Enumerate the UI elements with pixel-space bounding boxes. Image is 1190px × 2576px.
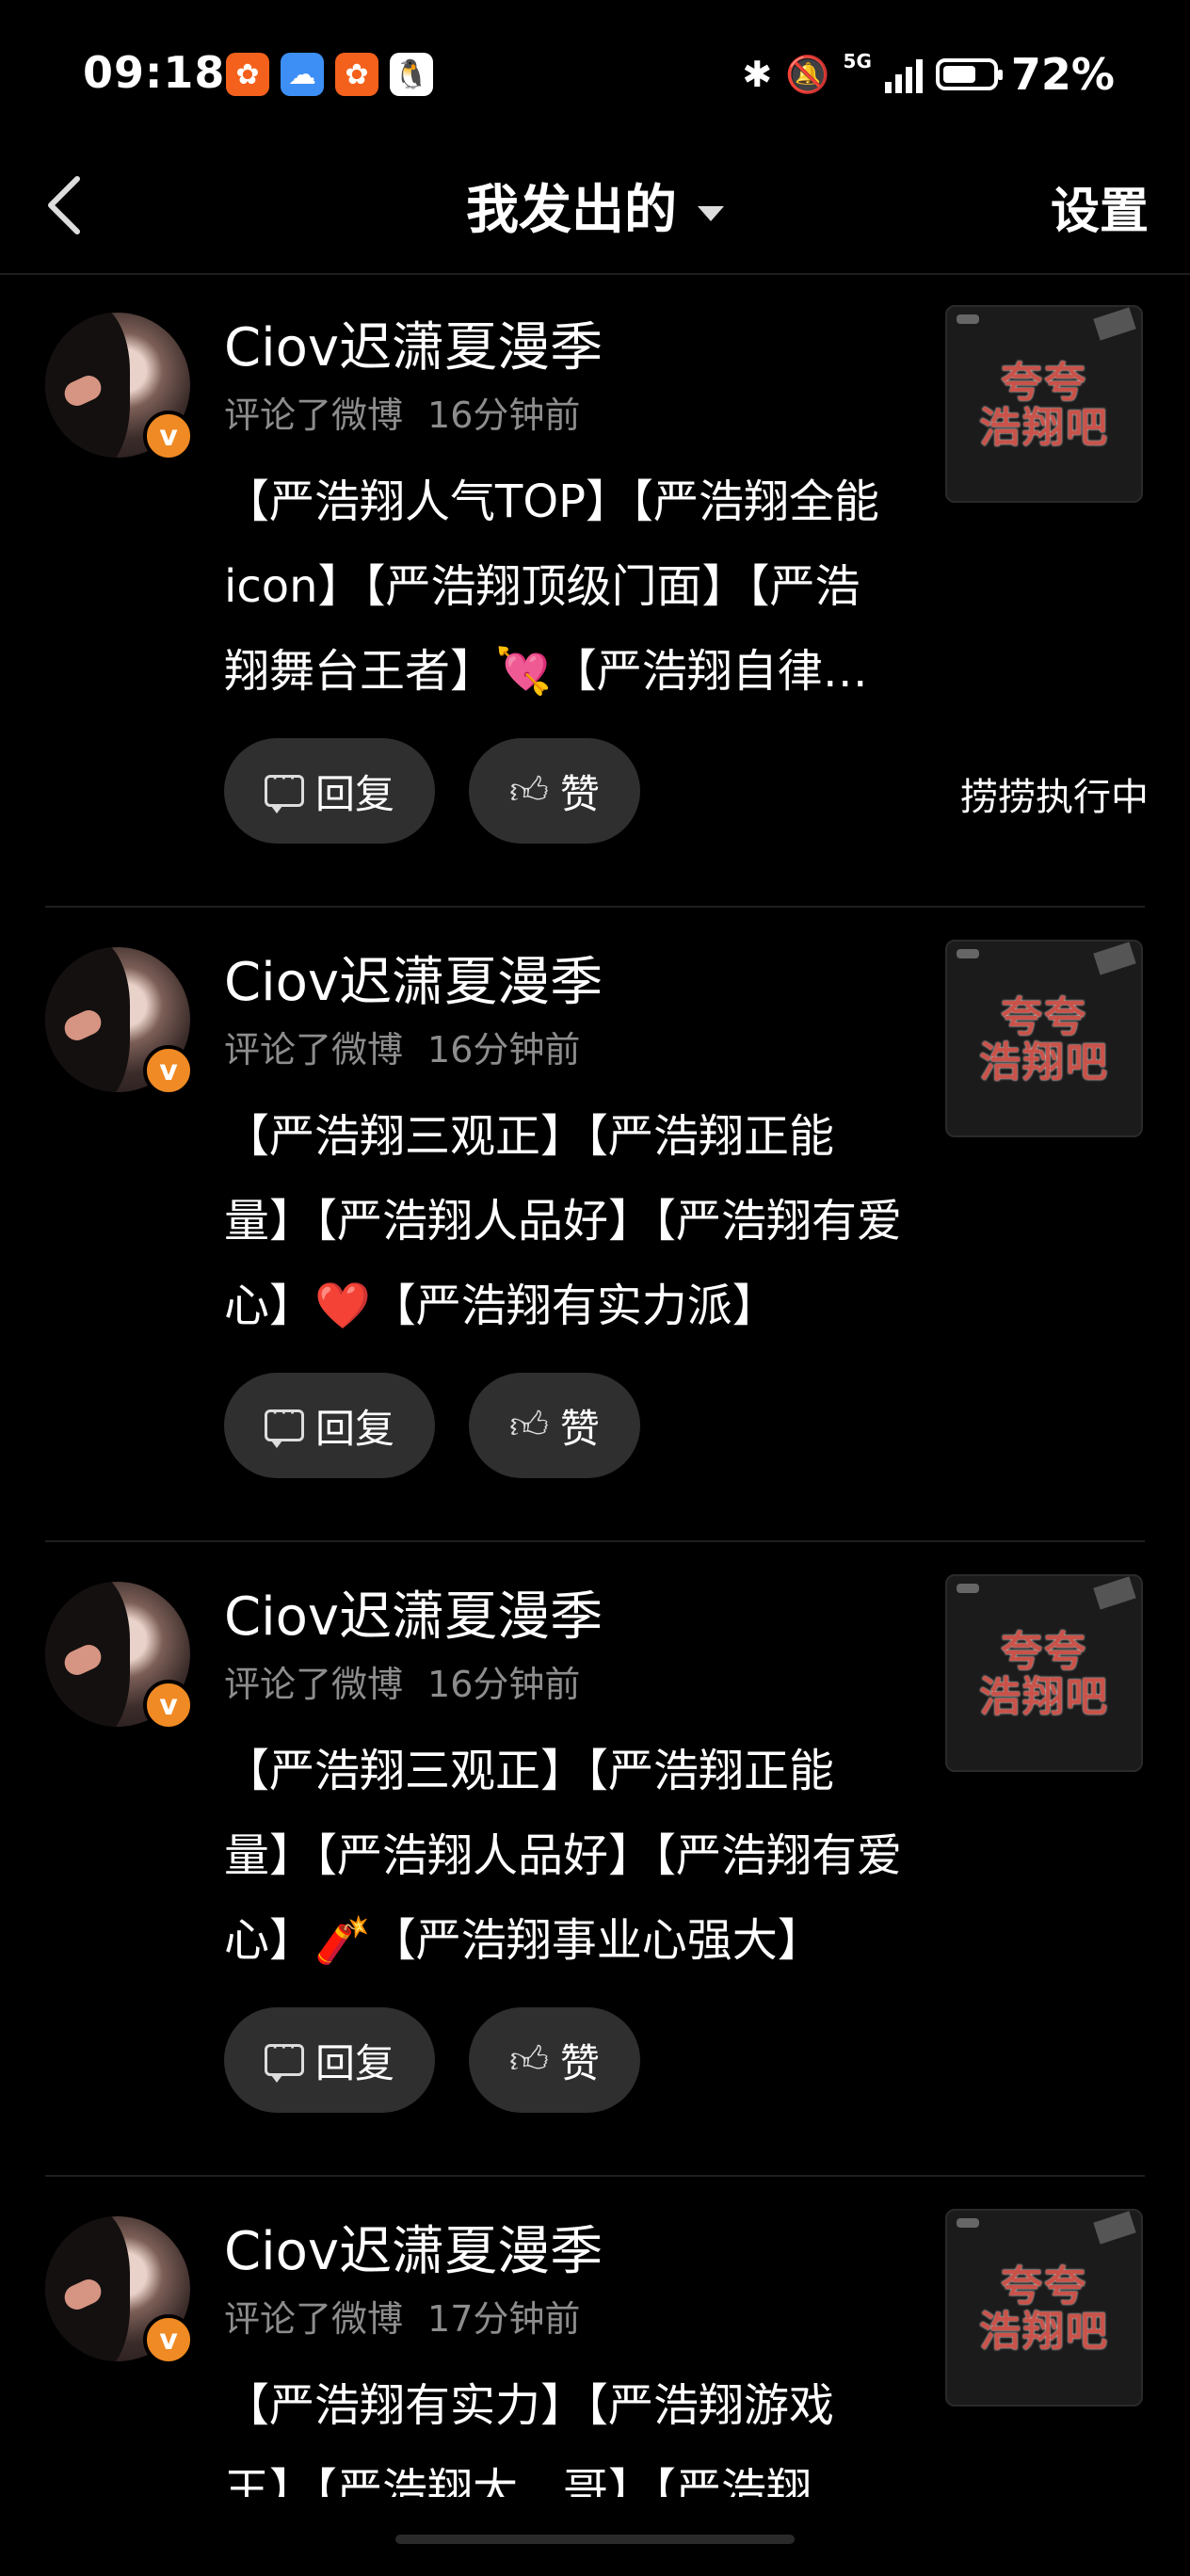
action-text: 评论了微博 — [224, 2298, 404, 2340]
like-button[interactable]: 👍︎ 赞 — [469, 1373, 640, 1478]
comment-item[interactable]: v Ciov迟潇夏漫季 评论了微博 16分钟前 【严浩翔人气TOP】【严浩翔全能i… — [0, 273, 1190, 908]
bluetooth-icon: ✱ — [742, 54, 773, 95]
timestamp: 16分钟前 — [427, 394, 581, 436]
action-text: 评论了微博 — [224, 394, 404, 436]
verified-badge-icon: v — [143, 1045, 194, 1096]
username[interactable]: Ciov迟潇夏漫季 — [224, 305, 603, 381]
reply-button[interactable]: 回复 — [224, 1373, 435, 1478]
home-indicator[interactable] — [395, 2535, 795, 2544]
verified-badge-icon: v — [143, 411, 194, 461]
username[interactable]: Ciov迟潇夏漫季 — [224, 2209, 603, 2285]
network-type-label: 5G — [843, 50, 872, 72]
nav-bar: 我发出的 设置 — [0, 141, 1190, 275]
comment-icon — [264, 1399, 304, 1448]
verified-badge-icon: v — [143, 1680, 194, 1731]
reply-label: 回复 — [314, 2039, 394, 2086]
comment-text[interactable]: 【严浩翔三观正】【严浩翔正能量】【严浩翔人品好】【严浩翔有爱心】❤️【严浩翔有实… — [224, 1094, 902, 1348]
side-status-text: 捞捞执行中 — [960, 776, 1149, 819]
orange-app-icon: ✿ — [226, 53, 269, 96]
post-thumbnail[interactable]: 夸夸 浩翔吧 — [945, 940, 1143, 1137]
weather-app-icon: ☁ — [281, 53, 324, 96]
action-text: 评论了微博 — [224, 1664, 404, 1705]
post-thumbnail[interactable]: 夸夸 浩翔吧 — [945, 1574, 1143, 1772]
comment-item[interactable]: v Ciov迟潇夏漫季 评论了微博 16分钟前 【严浩翔三观正】【严浩翔正能量】【… — [0, 908, 1190, 1542]
comment-text[interactable]: 【严浩翔人气TOP】【严浩翔全能icon】【严浩翔顶级门面】【严浩翔舞台王者】💘… — [224, 459, 902, 714]
comment-text[interactable]: 【严浩翔有实力】【严浩翔游戏王】【严浩翔大…哥】【严浩翔 — [224, 2363, 902, 2497]
page-title: 我发出的 — [466, 180, 677, 241]
like-label: 赞 — [559, 1405, 600, 1452]
comment-icon — [264, 765, 304, 813]
thumbs-up-icon: 👍︎ — [509, 1404, 549, 1447]
action-text: 评论了微博 — [224, 1029, 404, 1071]
verified-badge-icon: v — [143, 2314, 194, 2365]
battery-percent: 72% — [1010, 49, 1115, 100]
status-indicators: ✱ 🔕 5G 72% — [742, 49, 1115, 100]
post-thumbnail[interactable]: 夸夸 浩翔吧 — [945, 305, 1143, 503]
reply-button[interactable]: 回复 — [224, 2007, 435, 2113]
comment-text[interactable]: 【严浩翔三观正】【严浩翔正能量】【严浩翔人品好】【严浩翔有爱心】🧨【严浩翔事业心… — [224, 1729, 902, 1983]
like-button[interactable]: 👍︎ 赞 — [469, 2007, 640, 2113]
thumb-title-2: 浩翔吧 — [979, 1673, 1109, 1721]
signal-icon — [884, 56, 923, 93]
like-label: 赞 — [559, 2039, 600, 2086]
battery-icon — [935, 58, 1003, 90]
comment-icon — [264, 2034, 304, 2083]
like-label: 赞 — [559, 770, 600, 817]
username[interactable]: Ciov迟潇夏漫季 — [224, 1574, 603, 1650]
caret-down-icon — [698, 205, 724, 221]
thumbs-up-icon: 👍︎ — [509, 2038, 549, 2082]
notification-app-icons: ✿ ☁ ✿ 🐧 — [226, 53, 433, 96]
thumb-title-2: 浩翔吧 — [979, 404, 1109, 452]
reply-label: 回复 — [314, 1405, 394, 1452]
item-meta: 评论了微博 16分钟前 — [224, 386, 580, 438]
orange-app-icon: ✿ — [335, 53, 378, 96]
page-title-dropdown[interactable]: 我发出的 — [0, 168, 1190, 244]
qq-icon: 🐧 — [390, 53, 433, 96]
status-bar: 09:18 ✿ ☁ ✿ 🐧 ✱ 🔕 5G 72% — [0, 0, 1190, 141]
thumb-title-2: 浩翔吧 — [979, 1038, 1109, 1087]
mute-bell-icon: 🔕 — [785, 53, 830, 95]
timestamp: 16分钟前 — [427, 1664, 581, 1705]
item-meta: 评论了微博 17分钟前 — [224, 2290, 580, 2342]
comment-item[interactable]: v Ciov迟潇夏漫季 评论了微博 17分钟前 【严浩翔有实力】【严浩翔游戏王】【… — [0, 2177, 1190, 2497]
username[interactable]: Ciov迟潇夏漫季 — [224, 940, 603, 1016]
status-time: 09:18 — [83, 47, 226, 98]
thumbs-up-icon: 👍︎ — [509, 769, 549, 813]
settings-button[interactable]: 设置 — [1051, 171, 1149, 242]
reply-label: 回复 — [314, 770, 394, 817]
post-thumbnail[interactable]: 夸夸 浩翔吧 — [945, 2209, 1143, 2407]
comment-item[interactable]: v Ciov迟潇夏漫季 评论了微博 16分钟前 【严浩翔三观正】【严浩翔正能量】【… — [0, 1542, 1190, 2177]
item-meta: 评论了微博 16分钟前 — [224, 1655, 580, 1707]
timestamp: 16分钟前 — [427, 1029, 581, 1071]
timestamp: 17分钟前 — [427, 2298, 581, 2340]
thumb-title-2: 浩翔吧 — [979, 2308, 1109, 2356]
like-button[interactable]: 👍︎ 赞 — [469, 738, 640, 844]
item-meta: 评论了微博 16分钟前 — [224, 1021, 580, 1072]
reply-button[interactable]: 回复 — [224, 738, 435, 844]
